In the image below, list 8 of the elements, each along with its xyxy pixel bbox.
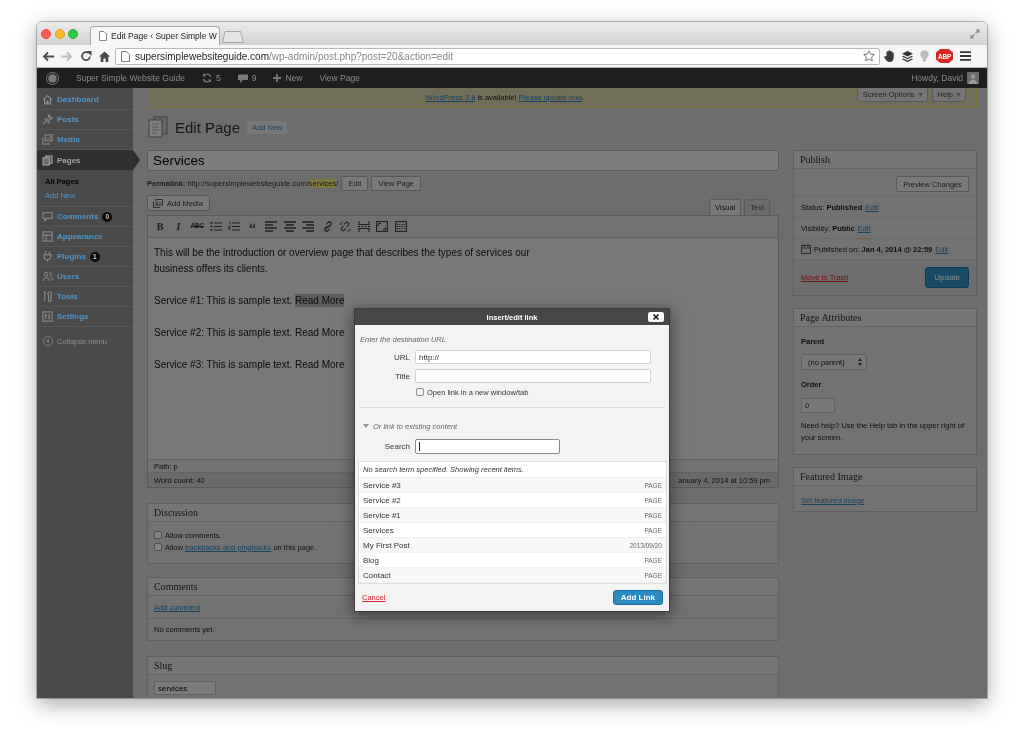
field-label: URL xyxy=(393,352,410,362)
paragraph: Service #1: This is sample text. Read More xyxy=(154,293,345,309)
field-label: Title xyxy=(394,371,410,381)
page-title: Edit Page xyxy=(175,118,241,136)
field-label: Search xyxy=(383,442,410,451)
paragraph: Service #2: This is sample text. Read More xyxy=(154,326,345,340)
paragraph: This will be the introduction or overview page that describes the types of services our business offers its clients. xyxy=(154,246,531,276)
paragraph: Service #3: This is sample text. Read More xyxy=(154,358,345,372)
